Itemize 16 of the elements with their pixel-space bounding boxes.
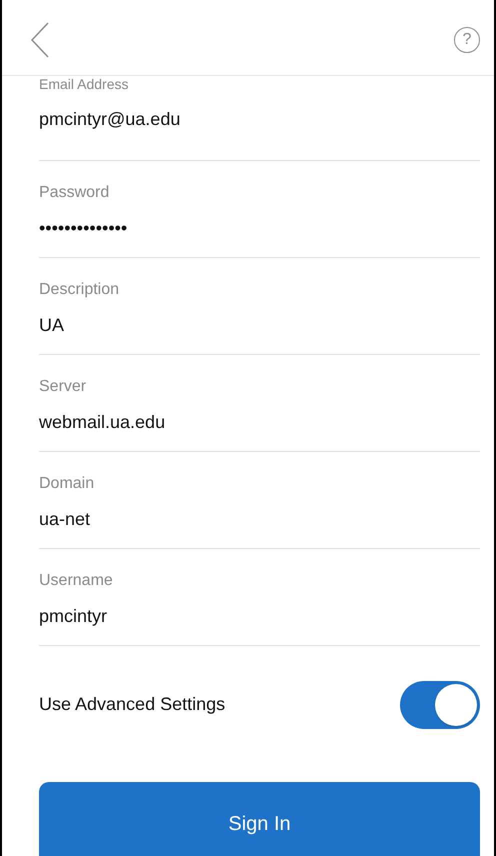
field-value[interactable]: webmail.ua.edu bbox=[39, 411, 480, 433]
sign-in-button[interactable]: Sign In bbox=[39, 782, 480, 856]
field-label: Username bbox=[39, 571, 114, 591]
field-label: Email Address bbox=[39, 76, 130, 92]
field-value[interactable]: pmcintyr bbox=[39, 605, 480, 627]
field-label: Domain bbox=[39, 474, 96, 494]
advanced-settings-label: Use Advanced Settings bbox=[39, 693, 226, 716]
field-label: Description bbox=[39, 280, 120, 300]
back-icon bbox=[30, 20, 50, 58]
field-label: Password bbox=[39, 183, 110, 203]
field-label: Server bbox=[39, 377, 88, 397]
field-value[interactable]: •••••••••••••• bbox=[39, 217, 480, 239]
field-value[interactable]: UA bbox=[39, 314, 480, 336]
field-value[interactable]: ua-net bbox=[39, 508, 480, 530]
advanced-settings-toggle[interactable] bbox=[400, 680, 480, 728]
field-value[interactable]: pmcintyr@ua.edu bbox=[39, 108, 480, 130]
